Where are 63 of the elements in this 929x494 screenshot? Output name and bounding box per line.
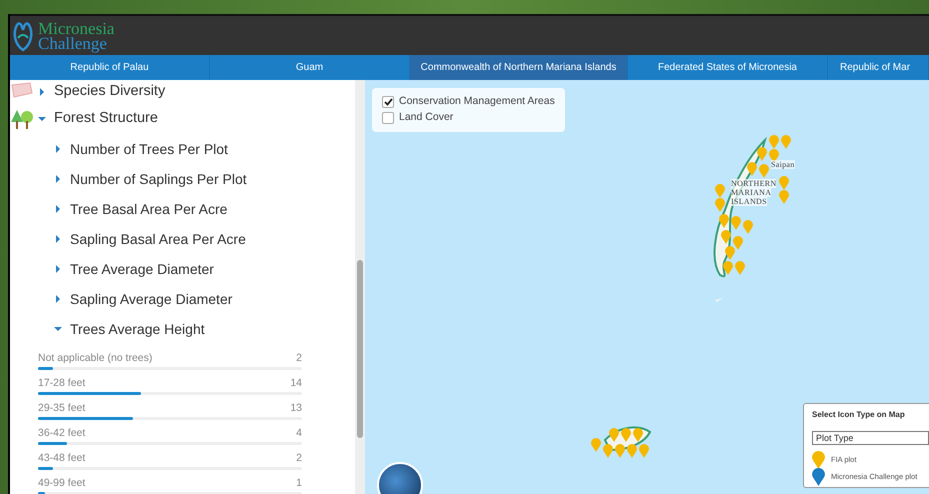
- map-pin-icon[interactable]: [733, 236, 743, 250]
- bin-label: 29-35 feet: [38, 402, 86, 415]
- map-pin-icon[interactable]: [757, 147, 767, 161]
- map-pin-icon[interactable]: [723, 261, 733, 275]
- map-pin-icon[interactable]: [591, 438, 601, 452]
- map-pin-icon[interactable]: [779, 190, 789, 204]
- layer-label: Land Cover: [399, 110, 454, 126]
- scrollbar[interactable]: [355, 80, 365, 494]
- map-pin-icon[interactable]: [603, 444, 613, 458]
- legend-title: Select Icon Type on Map: [812, 409, 906, 421]
- subcategory-item[interactable]: Tree Average Diameter: [10, 254, 220, 284]
- map-pin-icon[interactable]: [731, 216, 741, 230]
- logo-text: Micronesia: [38, 20, 114, 36]
- bin-count: 14: [290, 377, 302, 390]
- category-item[interactable]: Forest Structure: [38, 104, 158, 134]
- subcategory-item[interactable]: Trees Average Height: [10, 314, 211, 344]
- trees-icon: [10, 108, 36, 130]
- bin-count: 2: [296, 452, 302, 465]
- map-pin-icon[interactable]: [633, 428, 643, 442]
- map-pin-icon[interactable]: [715, 198, 725, 212]
- map-pin-icon[interactable]: [639, 444, 649, 458]
- map-label: ISLANDS: [731, 197, 767, 206]
- bin-label: 17-28 feet: [38, 377, 86, 390]
- map-pin-icon[interactable]: [759, 164, 769, 178]
- bin-count: 13: [290, 402, 302, 415]
- map-pin-icon[interactable]: [615, 444, 625, 458]
- subcategory-item[interactable]: Number of Trees Per Plot: [10, 134, 234, 164]
- layer-label: Conservation Management Areas: [399, 94, 555, 110]
- map-pin-icon[interactable]: [779, 176, 789, 190]
- bin-count: 2: [296, 352, 302, 365]
- logo-icon: [12, 20, 34, 52]
- map-pin-icon[interactable]: [769, 135, 779, 149]
- subcategory-item[interactable]: Tree Basal Area Per Acre: [10, 194, 234, 224]
- checkbox[interactable]: [382, 112, 394, 124]
- map-pin-icon[interactable]: [747, 162, 757, 176]
- map-pin-icon[interactable]: [735, 261, 745, 275]
- checkbox[interactable]: [382, 96, 394, 108]
- map-pin-icon[interactable]: [721, 230, 731, 244]
- map-pin-icon[interactable]: [719, 214, 729, 228]
- map-pin-icon[interactable]: [621, 428, 631, 442]
- bin-label: 43-48 feet: [38, 452, 86, 465]
- map-label: Saipan: [771, 160, 795, 169]
- map-pin-icon[interactable]: [769, 149, 779, 163]
- map-pin-icon[interactable]: [609, 428, 619, 442]
- map-pin-icon[interactable]: [781, 135, 791, 149]
- bin-label: 36-42 feet: [38, 427, 86, 440]
- category-item[interactable]: Species Diversity: [38, 80, 166, 107]
- map-pin-icon[interactable]: [743, 220, 753, 234]
- bin-count: 4: [296, 427, 302, 440]
- subcategory-item[interactable]: Number of Saplings Per Plot: [10, 164, 253, 194]
- bin-count: 1: [296, 477, 302, 490]
- map-label: NORTHERN: [731, 179, 776, 188]
- icon-type-select[interactable]: Plot Type: [812, 431, 929, 445]
- nav-tab[interactable]: Commonwealth of Northern Mariana Islands: [410, 55, 628, 80]
- map-pin-icon[interactable]: [715, 184, 725, 198]
- bin-label: Not applicable (no trees): [38, 352, 152, 365]
- subcategory-item[interactable]: Sapling Average Diameter: [10, 284, 238, 314]
- subcategory-item[interactable]: Sapling Basal Area Per Acre: [10, 224, 252, 254]
- map-label: MARIANA: [731, 188, 772, 197]
- logo-text: Challenge: [38, 36, 107, 50]
- map-pin-icon[interactable]: [725, 246, 735, 260]
- map-pin-icon[interactable]: [627, 444, 637, 458]
- bin-label: 49-99 feet: [38, 477, 86, 490]
